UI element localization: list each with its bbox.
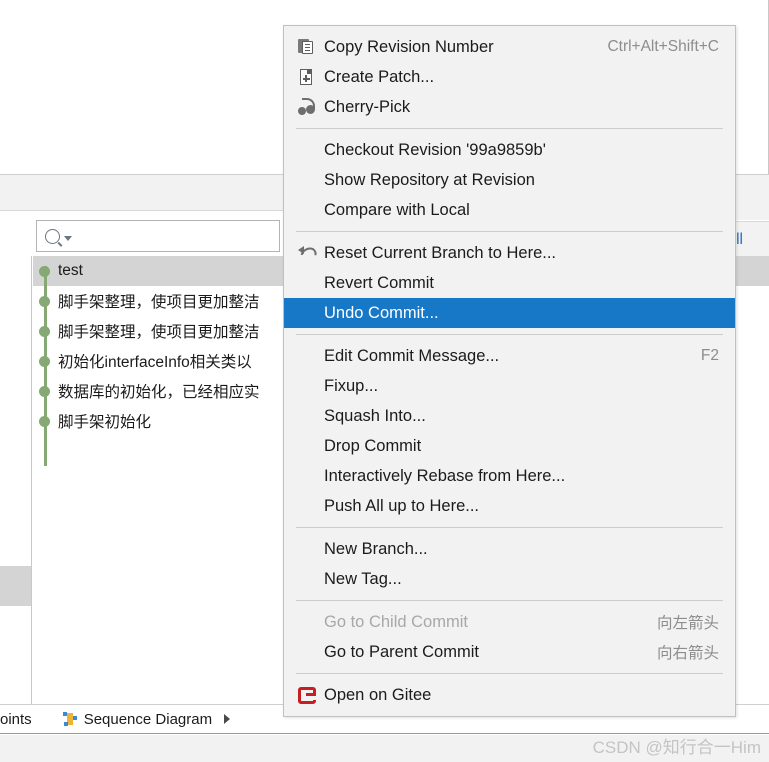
cherry-icon	[298, 98, 324, 116]
menu-item-go-to-child-commit: Go to Child Commit 向左箭头	[284, 607, 735, 637]
search-icon[interactable]	[45, 228, 72, 244]
menu-item-shortcut: 向右箭头	[656, 645, 719, 662]
commit-message: test	[58, 262, 83, 279]
commit-context-menu[interactable]: Copy Revision Number Ctrl+Alt+Shift+C Cr…	[283, 25, 736, 717]
menu-item-label: Go to Parent Commit	[324, 642, 479, 661]
menu-item-label: Undo Commit...	[324, 303, 439, 322]
tool-window-label: Sequence Diagram	[83, 710, 213, 728]
commit-message: 脚手架整理，使项目更加整洁	[58, 294, 260, 311]
menu-item-label: Checkout Revision '99a9859b'	[324, 140, 546, 159]
menu-item-push-all-up-to-here[interactable]: Push All up to Here...	[284, 491, 735, 521]
menu-item-label: Interactively Rebase from Here...	[324, 466, 566, 485]
menu-item-drop-commit[interactable]: Drop Commit	[284, 431, 735, 461]
menu-item-label: Cherry-Pick	[324, 97, 411, 116]
sequence-spark-glyph	[63, 722, 68, 726]
menu-separator	[296, 334, 723, 335]
menu-item-label: Compare with Local	[324, 200, 470, 219]
commit-node-icon	[39, 265, 50, 277]
chevron-down-icon[interactable]	[64, 236, 72, 241]
magnifier-glyph	[45, 228, 60, 244]
csdn-watermark: CSDN @知行合一Him	[592, 738, 761, 757]
menu-separator	[296, 231, 723, 232]
sequence-spark-glyph	[62, 712, 67, 716]
patch-icon	[298, 68, 324, 86]
menu-item-label: Reset Current Branch to Here...	[324, 243, 557, 262]
commit-message: 初始化interfaceInfo相关类以	[58, 354, 252, 371]
menu-item-label: Show Repository at Revision	[324, 170, 535, 189]
log-left-gutter-selected-band	[0, 566, 31, 606]
menu-item-interactively-rebase[interactable]: Interactively Rebase from Here...	[284, 461, 735, 491]
menu-item-label: Go to Child Commit	[324, 612, 468, 631]
menu-item-label: Revert Commit	[324, 273, 435, 292]
menu-item-cherry-pick[interactable]: Cherry-Pick	[284, 92, 735, 122]
menu-separator	[296, 128, 723, 129]
search-input[interactable]	[36, 220, 280, 252]
commit-message: 脚手架整理，使项目更加整洁	[58, 324, 260, 341]
menu-item-undo-commit[interactable]: Undo Commit...	[284, 298, 735, 328]
menu-item-shortcut: F2	[700, 347, 719, 364]
reset-icon	[297, 244, 324, 266]
commit-node-icon	[39, 295, 50, 307]
menu-item-label: Create Patch...	[324, 67, 435, 86]
tool-window-breakpoints[interactable]: oints	[0, 711, 32, 728]
menu-item-fixup[interactable]: Fixup...	[284, 371, 735, 401]
menu-item-edit-commit-message[interactable]: Edit Commit Message... F2	[284, 341, 735, 371]
commit-node-icon	[39, 325, 50, 337]
menu-item-label: Edit Commit Message...	[324, 346, 500, 365]
menu-item-label: Push All up to Here...	[324, 496, 480, 515]
menu-item-squash-into[interactable]: Squash Into...	[284, 401, 735, 431]
menu-item-revert-commit[interactable]: Revert Commit	[284, 268, 735, 298]
menu-item-label: Copy Revision Number	[324, 37, 494, 56]
commit-node-icon	[39, 355, 50, 367]
menu-item-go-to-parent-commit[interactable]: Go to Parent Commit 向右箭头	[284, 637, 735, 667]
menu-item-new-branch[interactable]: New Branch...	[284, 534, 735, 564]
menu-item-shortcut: 向左箭头	[656, 615, 719, 632]
gitee-icon	[298, 686, 324, 705]
commit-node-icon	[39, 415, 50, 427]
sequence-spark-glyph	[72, 716, 77, 720]
menu-item-label: New Branch...	[324, 539, 428, 558]
commit-node-icon	[39, 385, 50, 397]
menu-item-checkout-revision[interactable]: Checkout Revision '99a9859b'	[284, 135, 735, 165]
menu-item-open-on-gitee[interactable]: Open on Gitee	[284, 680, 735, 710]
chevron-right-icon[interactable]	[224, 714, 231, 724]
menu-item-create-patch[interactable]: Create Patch...	[284, 62, 735, 92]
menu-item-reset-current-branch[interactable]: Reset Current Branch to Here...	[284, 238, 735, 268]
menu-separator	[296, 673, 723, 674]
sequence-diagram-icon	[62, 711, 78, 727]
menu-item-label: Fixup...	[324, 376, 379, 395]
menu-item-label: New Tag...	[324, 569, 402, 588]
menu-item-label: Drop Commit	[324, 436, 422, 455]
commit-message: 脚手架初始化	[58, 414, 152, 431]
menu-item-label: Open on Gitee	[324, 685, 432, 704]
menu-item-shortcut: Ctrl+Alt+Shift+C	[607, 38, 719, 55]
log-left-gutter	[0, 256, 32, 704]
menu-item-label: Squash Into...	[324, 406, 426, 425]
menu-item-compare-with-local[interactable]: Compare with Local	[284, 195, 735, 225]
commit-message: 数据库的初始化，已经相应实	[58, 384, 260, 401]
copy-icon	[298, 38, 324, 56]
menu-item-new-tag[interactable]: New Tag...	[284, 564, 735, 594]
tool-window-sequence-diagram[interactable]: Sequence Diagram	[62, 710, 231, 728]
menu-separator	[296, 527, 723, 528]
menu-item-copy-revision-number[interactable]: Copy Revision Number Ctrl+Alt+Shift+C	[284, 32, 735, 62]
menu-item-show-repository-at-revision[interactable]: Show Repository at Revision	[284, 165, 735, 195]
menu-separator	[296, 600, 723, 601]
